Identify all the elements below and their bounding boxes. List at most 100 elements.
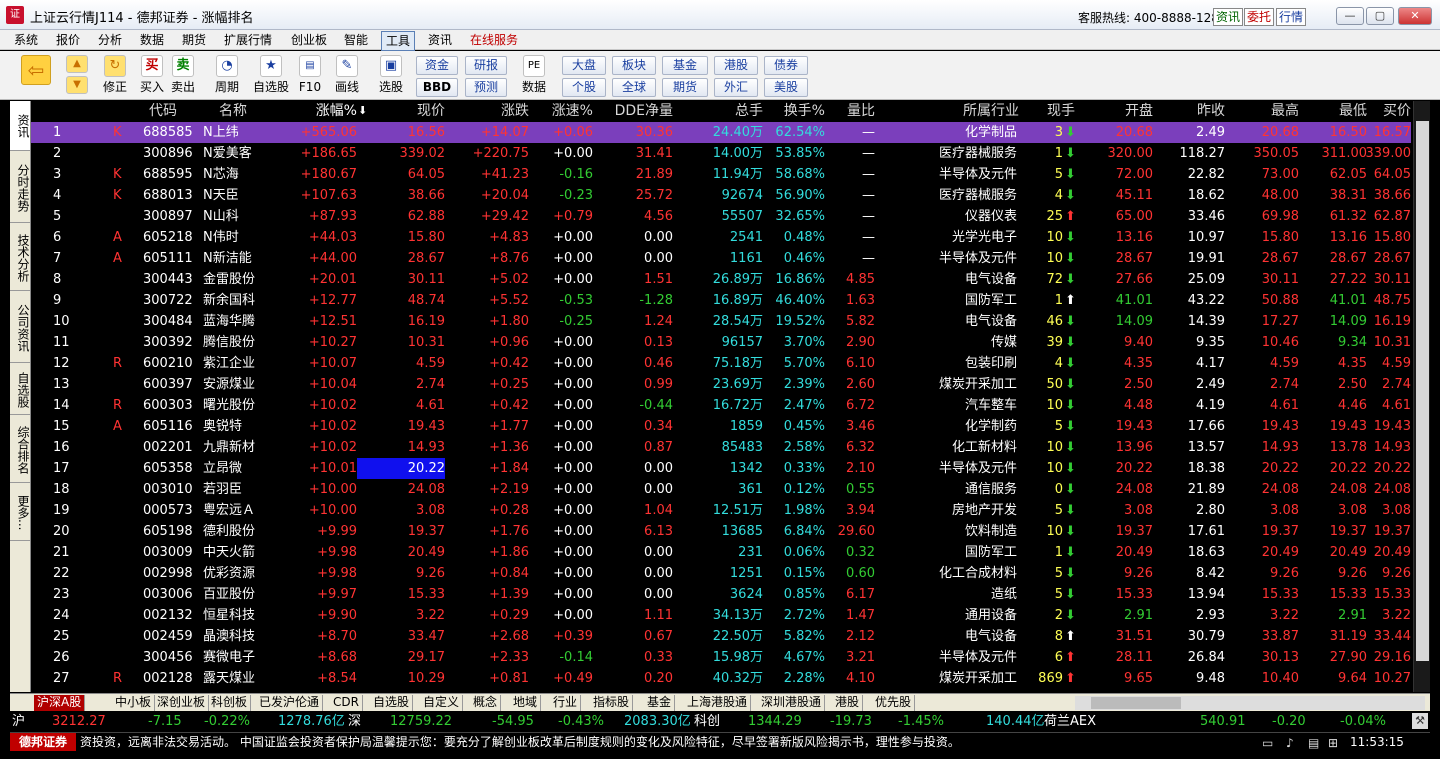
- table-row[interactable]: 23 003006 百亚股份 +9.97 15.33 +1.39 +0.00 0.00 3624…: [31, 584, 1411, 605]
- bell-icon[interactable]: ♪: [1286, 734, 1294, 751]
- header-vol-ratio[interactable]: 量比: [831, 101, 875, 121]
- scroll-thumb[interactable]: [1416, 121, 1429, 661]
- header-dde[interactable]: DDE净量: [601, 101, 673, 121]
- sell-button[interactable]: 卖卖出: [169, 55, 197, 97]
- header-low[interactable]: 最低: [1299, 101, 1367, 121]
- forecast-button[interactable]: 预测: [465, 78, 507, 97]
- news-text[interactable]: 资投资，远离非法交易活动。 中国证监会投资者保护局温馨提示您：要充分了解创业板改…: [80, 733, 1260, 751]
- lock-icon[interactable]: ▤: [1308, 734, 1319, 751]
- header-high[interactable]: 最高: [1229, 101, 1299, 121]
- menu-extended[interactable]: 扩展行情: [220, 31, 276, 49]
- market-tab[interactable]: 自定义: [420, 695, 464, 711]
- global-button[interactable]: 全球: [612, 78, 656, 97]
- up-button[interactable]: ▲ ▼: [64, 55, 90, 97]
- side-tab-company[interactable]: 公司资讯: [10, 293, 30, 363]
- table-row[interactable]: 17 605358 立昂微 +10.01 20.22 +1.84 +0.00 0.00 1342…: [31, 458, 1411, 479]
- side-tab-timeshare[interactable]: 分时走势: [10, 153, 30, 223]
- back-button[interactable]: ⇦: [18, 55, 54, 97]
- down-arrow-icon[interactable]: ▼: [66, 76, 88, 94]
- header-speed[interactable]: 涨速%: [539, 101, 593, 121]
- table-row[interactable]: 11 300392 腾信股份 +10.27 10.31 +0.96 +0.00 0.13 961…: [31, 332, 1411, 353]
- table-row[interactable]: 9 300722 新余国科 +12.77 48.74 +5.52 -0.53 -1.28 16.…: [31, 290, 1411, 311]
- futures-button[interactable]: 期货: [662, 78, 708, 97]
- stock-button[interactable]: 个股: [562, 78, 606, 97]
- menu-online[interactable]: 在线服务: [466, 31, 522, 49]
- data-button[interactable]: PE 数据: [514, 55, 554, 97]
- minimize-icon[interactable]: —: [1336, 7, 1364, 25]
- header-volume[interactable]: 总手: [691, 101, 763, 121]
- table-row[interactable]: 18 003010 若羽臣 +10.00 24.08 +2.19 +0.00 0.00 361 0…: [31, 479, 1411, 500]
- table-row[interactable]: 24 002132 恒星科技 +9.90 3.22 +0.29 +0.00 1.11 34.13…: [31, 605, 1411, 626]
- market-tab[interactable]: 指标股: [590, 695, 634, 711]
- table-row[interactable]: 4 K 688013 N天臣 +107.63 38.66 +20.04 -0.23 25.72 9…: [31, 185, 1411, 206]
- table-row[interactable]: 10 300484 蓝海华腾 +12.51 16.19 +1.80 -0.25 1.24 28.…: [31, 311, 1411, 332]
- side-tab-news[interactable]: 资讯: [10, 101, 30, 151]
- menu-system[interactable]: 系统: [10, 31, 42, 49]
- hk-stock-button[interactable]: 港股: [714, 56, 758, 75]
- market-tab[interactable]: CDR: [330, 695, 363, 711]
- header-name[interactable]: 名称: [219, 101, 247, 121]
- table-row[interactable]: 14 R 600303 曙光股份 +10.02 4.61 +0.42 +0.00 -0.44 16…: [31, 395, 1411, 416]
- table-row[interactable]: 20 605198 德利股份 +9.99 19.37 +1.76 +0.00 6.13 1368…: [31, 521, 1411, 542]
- buy-button[interactable]: 买买入: [138, 55, 166, 97]
- header-code[interactable]: 代码: [149, 101, 177, 121]
- revise-button[interactable]: ↻ 修正: [100, 55, 130, 97]
- table-row[interactable]: 16 002201 九鼎新材 +10.02 14.93 +1.36 +0.00 0.87 854…: [31, 437, 1411, 458]
- quote-button[interactable]: 行情: [1276, 8, 1307, 26]
- header-change[interactable]: 涨跌: [461, 101, 529, 121]
- table-row[interactable]: 19 000573 粤宏远Ａ +10.00 3.08 +0.28 +0.00 1.04 12.5…: [31, 500, 1411, 521]
- table-row[interactable]: 12 R 600210 紫江企业 +10.07 4.59 +0.42 +0.00 0.46 75.…: [31, 353, 1411, 374]
- network-icon[interactable]: ⊞: [1328, 734, 1338, 751]
- stock-pick-button[interactable]: ▣ 选股: [372, 55, 410, 97]
- header-open[interactable]: 开盘: [1091, 101, 1153, 121]
- side-tab-ranking[interactable]: 综合排名: [10, 417, 30, 483]
- fund-button[interactable]: 基金: [662, 56, 708, 75]
- sector-button[interactable]: 板块: [612, 56, 656, 75]
- side-tab-more[interactable]: 更多...: [10, 485, 30, 541]
- market-tab[interactable]: 中小板: [112, 695, 156, 711]
- research-button[interactable]: 研报: [465, 56, 507, 75]
- market-tab[interactable]: 行业: [550, 695, 582, 711]
- table-row[interactable]: 27 R 002128 露天煤业 +8.54 10.29 +0.81 +0.49 0.20 40.…: [31, 668, 1411, 689]
- f10-button[interactable]: ▤ F10: [296, 55, 324, 97]
- h-scroll-thumb[interactable]: [1091, 697, 1181, 709]
- header-turnover[interactable]: 换手%: [761, 101, 825, 121]
- capital-button[interactable]: 资金: [416, 56, 458, 75]
- market-tab[interactable]: 深圳港股通: [758, 695, 826, 711]
- market-tab[interactable]: 基金: [644, 695, 676, 711]
- table-row[interactable]: 2 300896 N爱美客 +186.65 339.02 +220.75 +0.00 31.4…: [31, 143, 1411, 164]
- menu-gem[interactable]: 创业板: [287, 31, 331, 49]
- menu-tools[interactable]: 工具: [381, 31, 416, 51]
- menu-news[interactable]: 资讯: [424, 31, 456, 49]
- side-tab-technical[interactable]: 技术分析: [10, 225, 30, 291]
- market-tab[interactable]: 沪深A股: [34, 695, 86, 711]
- table-row[interactable]: 21 003009 中天火箭 +9.98 20.49 +1.86 +0.00 0.00 231 0…: [31, 542, 1411, 563]
- table-row[interactable]: 26 300456 赛微电子 +8.68 29.17 +2.33 -0.14 0.33 15.9…: [31, 647, 1411, 668]
- market-tab[interactable]: 已发沪伦通: [256, 695, 324, 711]
- menu-smart[interactable]: 智能: [340, 31, 372, 49]
- vertical-scrollbar[interactable]: [1413, 101, 1430, 692]
- header-now-vol[interactable]: 现手: [1031, 101, 1075, 121]
- header-industry[interactable]: 所属行业: [931, 101, 1019, 121]
- table-row[interactable]: 13 600397 安源煤业 +10.04 2.74 +0.25 +0.00 0.99 23.6…: [31, 374, 1411, 395]
- table-row[interactable]: 25 002459 晶澳科技 +8.70 33.47 +2.68 +0.39 0.67 22.5…: [31, 626, 1411, 647]
- news-button[interactable]: 资讯: [1213, 8, 1244, 26]
- market-tab[interactable]: 深创业板: [154, 695, 210, 711]
- menu-futures[interactable]: 期货: [178, 31, 210, 49]
- market-tab[interactable]: 自选股: [370, 695, 414, 711]
- period-button[interactable]: ◔ 周期: [208, 55, 246, 97]
- table-row[interactable]: 6 A 605218 N伟时 +44.03 15.80 +4.83 +0.00 0.00 2541…: [31, 227, 1411, 248]
- table-row[interactable]: 7 A 605111 N新洁能 +44.00 28.67 +8.76 +0.00 0.00 116…: [31, 248, 1411, 269]
- market-button[interactable]: 大盘: [562, 56, 606, 75]
- header-pct[interactable]: 涨幅%: [301, 101, 357, 121]
- menu-data[interactable]: 数据: [136, 31, 168, 49]
- table-row[interactable]: 15 A 605116 奥锐特 +10.02 19.43 +1.77 +0.00 0.34 185…: [31, 416, 1411, 437]
- market-tab[interactable]: 地域: [510, 695, 542, 711]
- table-row[interactable]: 8 300443 金雷股份 +20.01 30.11 +5.02 +0.00 1.51 26.8…: [31, 269, 1411, 290]
- header-bid[interactable]: 买价: [1363, 101, 1411, 121]
- window-icon[interactable]: ▭: [1262, 734, 1273, 751]
- market-tab[interactable]: 港股: [832, 695, 864, 711]
- table-row[interactable]: 5 300897 N山科 +87.93 62.88 +29.42 +0.79 4.56 5550…: [31, 206, 1411, 227]
- menu-quote[interactable]: 报价: [52, 31, 84, 49]
- draw-line-button[interactable]: ✎ 画线: [326, 55, 368, 97]
